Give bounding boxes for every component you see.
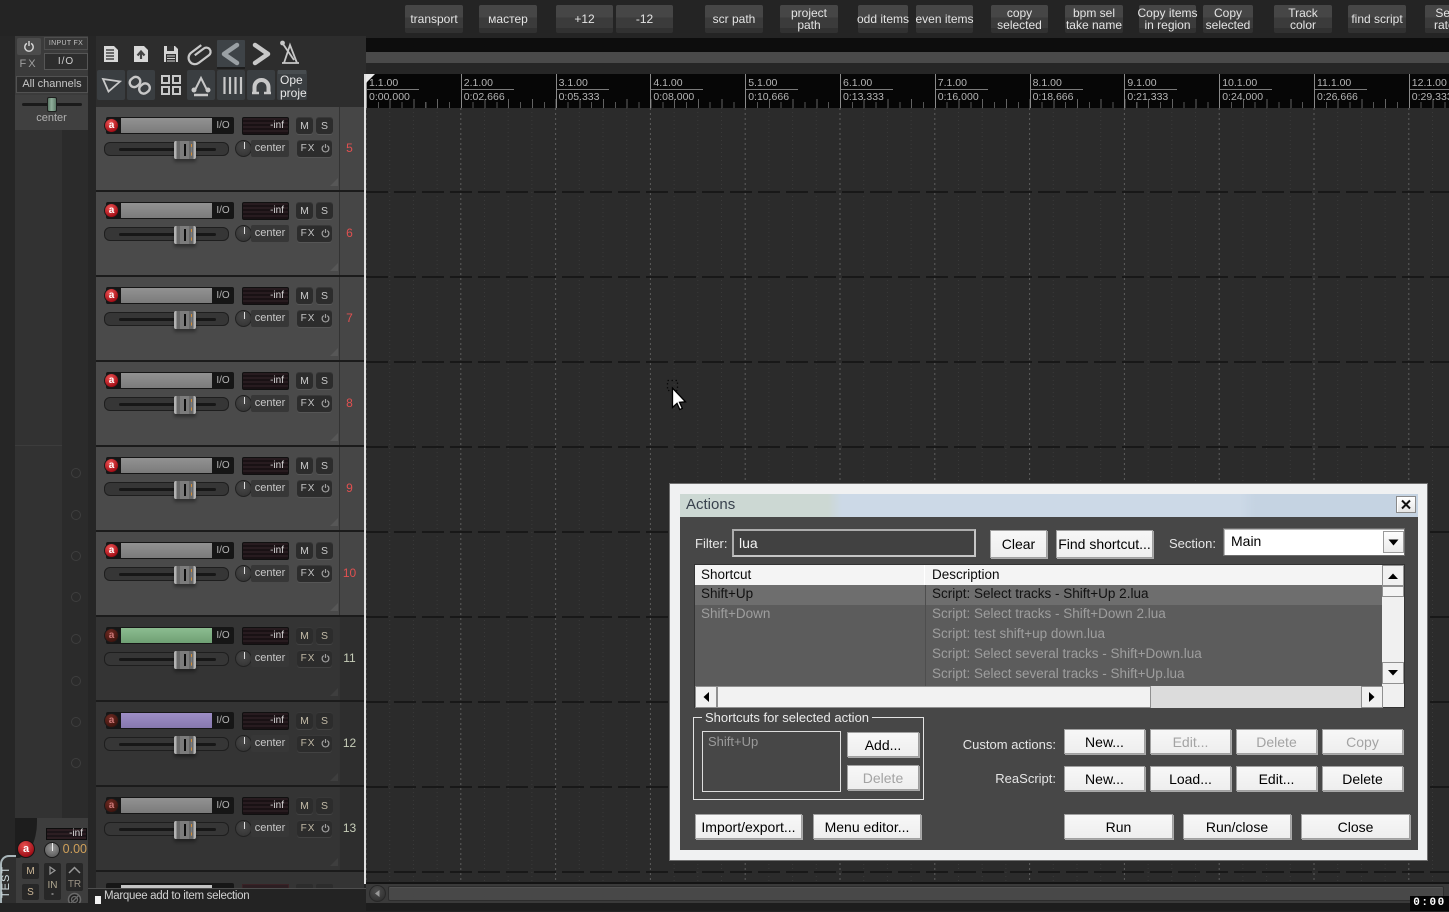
svg-text:Ope: Ope: [280, 73, 303, 87]
svg-text:IN: IN: [48, 880, 58, 891]
svg-text:TR: TR: [68, 879, 81, 890]
svg-text:proje: proje: [280, 86, 307, 100]
